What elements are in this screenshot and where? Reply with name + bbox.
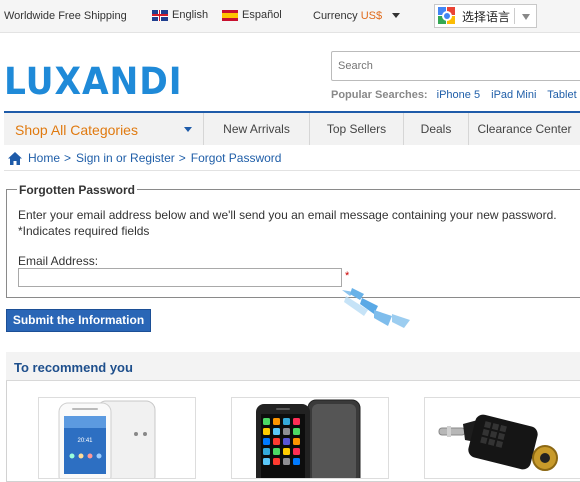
home-icon xyxy=(8,151,22,165)
google-translate-select[interactable]: 选择语言 xyxy=(434,4,537,28)
chevron-down-icon[interactable] xyxy=(392,13,400,18)
google-icon xyxy=(438,7,456,25)
uk-flag-icon xyxy=(152,9,168,21)
breadcrumb-forgot-password: Forgot Password xyxy=(190,151,282,165)
shipping-notice: Worldwide Free Shipping xyxy=(4,10,127,22)
email-label: Email Address: xyxy=(18,254,99,268)
breadcrumb-separator: > xyxy=(64,151,72,165)
nav-item-deals[interactable]: Deals xyxy=(404,113,469,145)
language-spanish-link[interactable]: Español xyxy=(222,9,282,21)
iphone-black-icon xyxy=(256,399,361,478)
breadcrumb-separator: > xyxy=(178,151,186,165)
nav-item-new-arrivals[interactable]: New Arrivals xyxy=(204,113,310,145)
email-field-wrapper xyxy=(18,268,342,287)
required-fields-note: *Indicates required fields xyxy=(18,224,150,238)
product-card[interactable] xyxy=(231,397,389,479)
shop-all-categories-menu[interactable]: Shop All Categories xyxy=(4,113,204,145)
language-english-label: English xyxy=(172,9,209,21)
divider xyxy=(514,8,515,24)
click-sparkle-icon xyxy=(342,288,410,328)
popular-link-tablet[interactable]: Tablet xyxy=(547,89,576,101)
smartphone-white-icon: 20:41 xyxy=(58,400,156,478)
currency-value: US$ xyxy=(360,10,383,22)
product-card[interactable]: 20:41 xyxy=(38,397,196,479)
language-spanish-label: Español xyxy=(242,9,282,21)
currency-label: Currency xyxy=(313,10,358,22)
divider xyxy=(4,170,580,171)
main-nav: Shop All Categories New Arrivals Top Sel… xyxy=(4,111,580,145)
form-instructions: Enter your email address below and we'll… xyxy=(18,208,557,222)
submit-button[interactable]: Submit the Information xyxy=(6,309,151,332)
popular-searches-label: Popular Searches: xyxy=(331,89,428,101)
breadcrumb-sign-in[interactable]: Sign in or Register xyxy=(76,151,175,165)
form-legend: Forgotten Password xyxy=(17,183,138,197)
nav-item-top-sellers[interactable]: Top Sellers xyxy=(310,113,404,145)
language-english-link[interactable]: English xyxy=(152,9,208,21)
currency-selector[interactable]: Currency US$ xyxy=(313,10,382,22)
breadcrumb-home[interactable]: Home xyxy=(28,151,60,165)
search-input[interactable] xyxy=(332,52,580,80)
dropdown-arrow-icon xyxy=(522,14,530,20)
product-card[interactable] xyxy=(424,397,580,479)
email-field[interactable] xyxy=(19,269,341,286)
site-logo[interactable]: LUXANDI xyxy=(4,62,182,102)
popular-link-iphone5[interactable]: iPhone 5 xyxy=(437,89,480,101)
top-bar: Worldwide Free Shipping English Español … xyxy=(0,0,580,33)
translate-label: 选择语言 xyxy=(462,9,511,24)
popular-searches: Popular Searches: iPhone 5 iPad Mini Tab… xyxy=(331,89,580,101)
chevron-down-icon xyxy=(184,127,192,132)
popular-link-ipad-mini[interactable]: iPad Mini xyxy=(491,89,536,101)
breadcrumb: Home > Sign in or Register > Forgot Pass… xyxy=(8,151,281,165)
shop-all-categories-label: Shop All Categories xyxy=(15,122,138,138)
svg-text:20:41: 20:41 xyxy=(77,438,93,444)
search-box xyxy=(331,51,580,81)
nav-item-clearance-center[interactable]: Clearance Center xyxy=(469,113,580,145)
recommend-title: To recommend you xyxy=(14,360,133,375)
spain-flag-icon xyxy=(222,9,238,21)
audio-adapter-icon xyxy=(438,414,558,471)
